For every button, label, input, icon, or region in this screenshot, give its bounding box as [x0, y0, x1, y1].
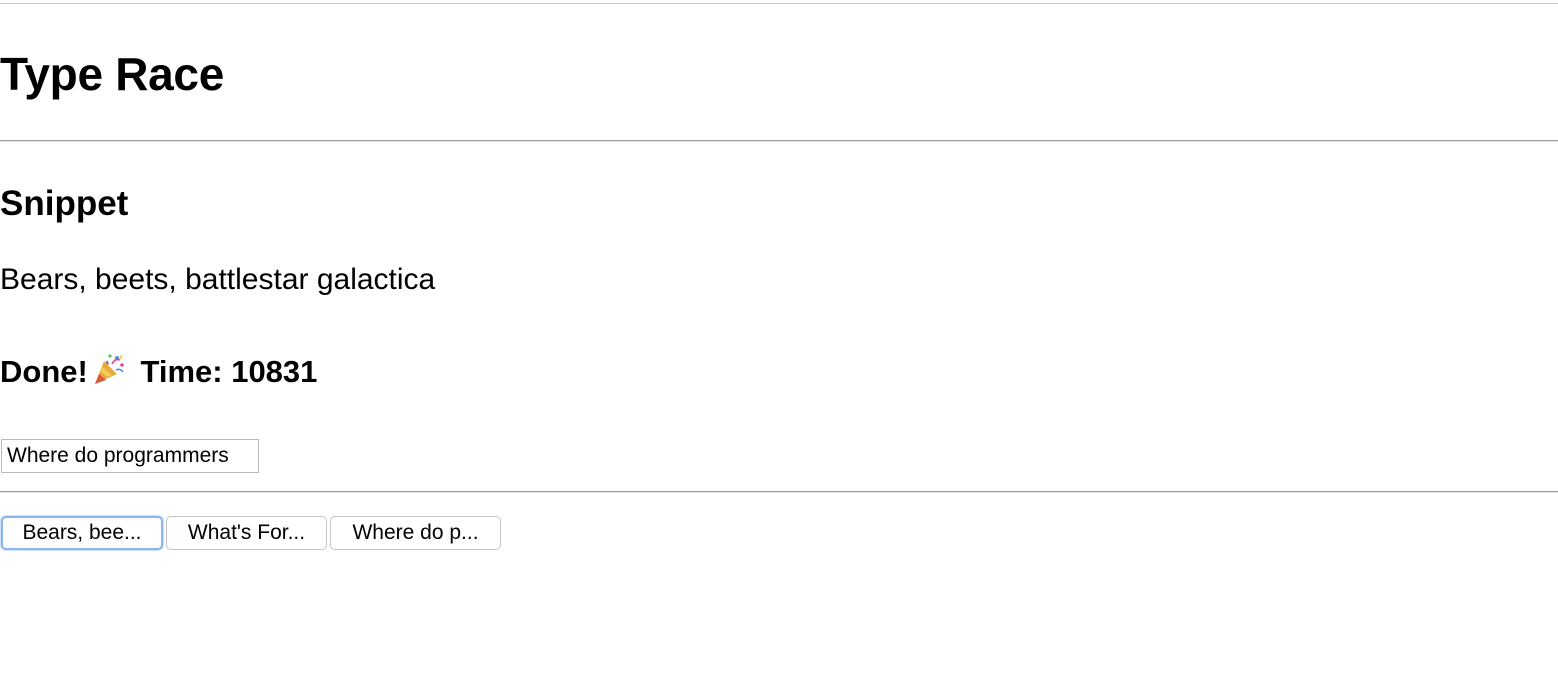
- page-title: Type Race: [0, 48, 224, 100]
- typing-input[interactable]: [1, 439, 259, 473]
- snippet-button-where-do[interactable]: Where do p...: [330, 516, 501, 550]
- completion-status: Done! Time: 10831: [0, 352, 317, 391]
- time-label: Time:: [140, 354, 223, 389]
- top-divider: [0, 3, 1558, 4]
- snippet-heading: Snippet: [0, 184, 129, 223]
- time-value: 10831: [231, 354, 318, 389]
- horizontal-rule: [0, 491, 1558, 493]
- party-popper-icon: [92, 352, 126, 386]
- snippet-selector: Bears, bee... What's For... Where do p...: [1, 516, 501, 550]
- done-label: Done!: [0, 354, 88, 389]
- snippet-button-whats-for[interactable]: What's For...: [166, 516, 327, 550]
- type-race-app: Type Race Snippet Bears, beets, battlest…: [0, 0, 1558, 698]
- snippet-text: Bears, beets, battlestar galactica: [0, 263, 436, 296]
- snippet-button-bears[interactable]: Bears, bee...: [1, 516, 163, 550]
- horizontal-rule: [0, 140, 1558, 142]
